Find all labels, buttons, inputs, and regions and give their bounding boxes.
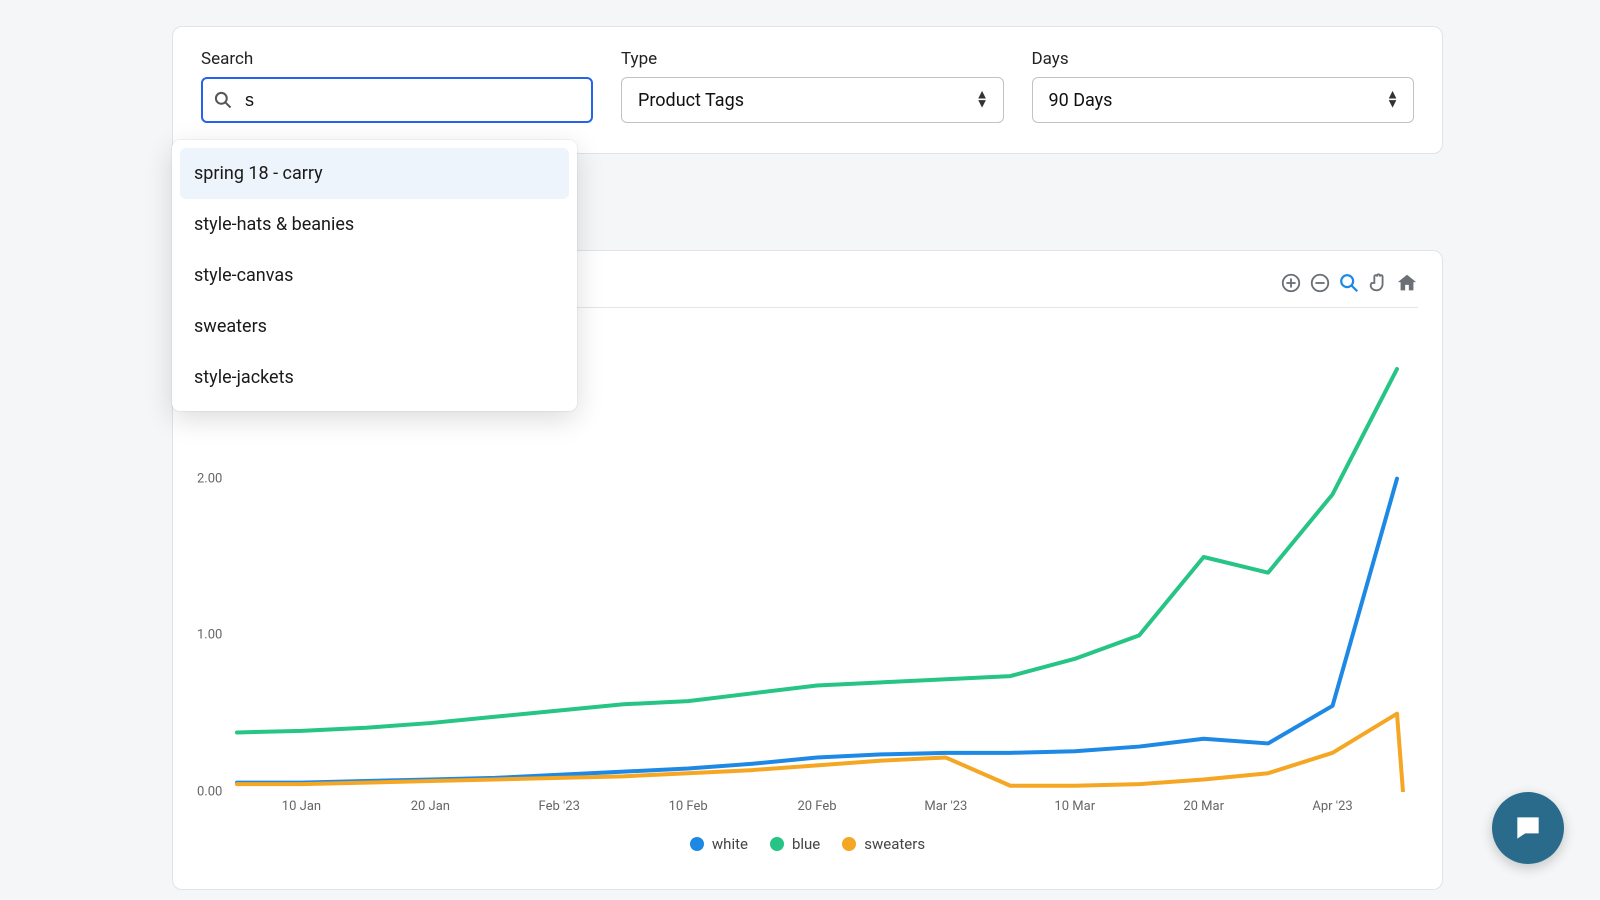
- days-select-value: 90 Days: [1049, 90, 1113, 111]
- chat-button[interactable]: [1492, 792, 1564, 864]
- suggestion-item[interactable]: sweaters: [172, 301, 577, 352]
- search-suggestions: spring 18 - carry style-hats & beanies s…: [172, 140, 577, 411]
- x-axis-tick: 10 Jan: [282, 799, 321, 814]
- chat-icon: [1512, 812, 1544, 844]
- suggestion-item[interactable]: spring 18 - carry: [180, 148, 569, 199]
- reset-home-icon[interactable]: [1396, 272, 1418, 294]
- search-label: Search: [201, 49, 593, 69]
- suggestion-item[interactable]: style-canvas: [172, 250, 577, 301]
- chart-legend: white blue sweaters: [173, 835, 1442, 853]
- suggestion-item[interactable]: style-jackets: [172, 352, 577, 403]
- caret-icon: ▲▼: [1386, 92, 1399, 109]
- legend-item-white[interactable]: white: [690, 835, 748, 853]
- x-axis-tick: 10 Mar: [1054, 799, 1095, 814]
- days-field: Days 90 Days ▲▼: [1032, 49, 1415, 123]
- x-axis-tick: 10 Feb: [669, 799, 708, 814]
- days-select[interactable]: 90 Days ▲▼: [1032, 77, 1415, 123]
- y-axis-tick: 2.00: [197, 471, 222, 486]
- legend-dot-icon: [842, 837, 856, 851]
- x-axis-tick: 20 Jan: [411, 799, 450, 814]
- x-axis-tick: Feb '23: [539, 799, 580, 814]
- y-axis-tick: 1.00: [197, 628, 222, 643]
- x-axis-tick: 20 Mar: [1183, 799, 1224, 814]
- type-label: Type: [621, 49, 1004, 69]
- x-axis-tick: Apr '23: [1312, 799, 1352, 814]
- y-axis-tick: 0.00: [197, 785, 222, 800]
- chart-line-white: [237, 479, 1397, 783]
- days-label: Days: [1032, 49, 1415, 69]
- zoom-in-icon[interactable]: [1280, 272, 1302, 294]
- suggestion-item[interactable]: style-hats & beanies: [172, 199, 577, 250]
- pan-icon[interactable]: [1367, 272, 1389, 294]
- type-select[interactable]: Product Tags ▲▼: [621, 77, 1004, 123]
- legend-dot-icon: [690, 837, 704, 851]
- legend-label: white: [712, 835, 748, 853]
- legend-item-sweaters[interactable]: sweaters: [842, 835, 925, 853]
- zoom-selection-icon[interactable]: [1338, 272, 1360, 294]
- legend-item-blue[interactable]: blue: [770, 835, 820, 853]
- legend-dot-icon: [770, 837, 784, 851]
- legend-label: sweaters: [864, 835, 925, 853]
- caret-icon: ▲▼: [976, 92, 989, 109]
- x-axis-tick: Mar '23: [924, 799, 967, 814]
- chart-line-sweaters-tail: [1397, 714, 1403, 792]
- x-axis-tick: 20 Feb: [797, 799, 836, 814]
- search-icon: [213, 90, 233, 110]
- legend-label: blue: [792, 835, 820, 853]
- type-select-value: Product Tags: [638, 90, 744, 111]
- filters-panel: Search Type Product Tags ▲▼ Days 90 Days…: [172, 26, 1443, 154]
- zoom-out-icon[interactable]: [1309, 272, 1331, 294]
- search-input-wrap: [201, 77, 593, 123]
- search-field: Search: [201, 49, 593, 123]
- search-input[interactable]: [201, 77, 593, 123]
- type-field: Type Product Tags ▲▼: [621, 49, 1004, 123]
- chart-line-blue: [237, 369, 1397, 732]
